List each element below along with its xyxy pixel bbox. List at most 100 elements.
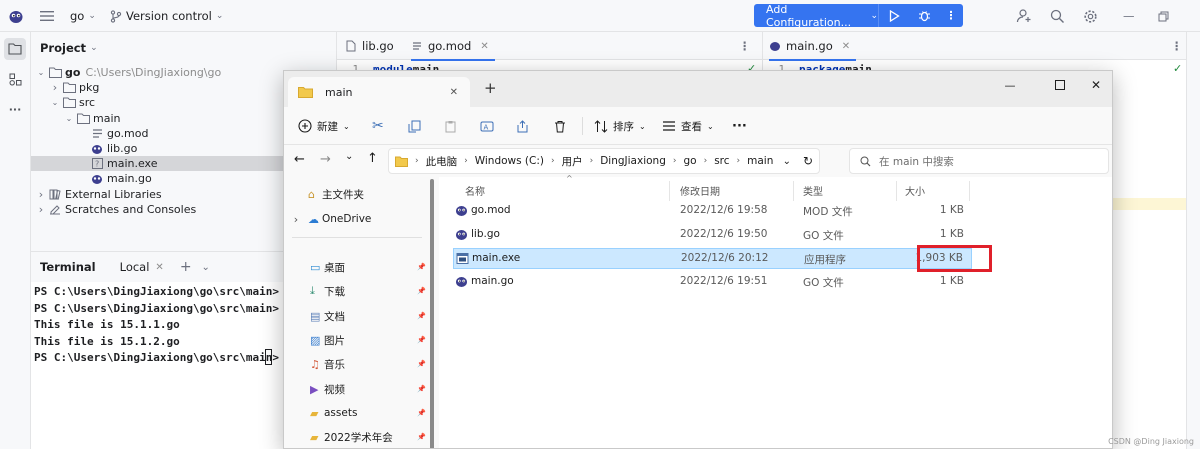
main-menu-button[interactable] bbox=[40, 0, 54, 32]
chevron-right-icon[interactable]: › bbox=[284, 213, 308, 226]
breadcrumb-segment[interactable]: main bbox=[747, 155, 773, 167]
minimize-button[interactable]: — bbox=[1123, 0, 1135, 32]
file-row[interactable]: lib.go 2022/12/6 19:50 GO 文件 1 KB bbox=[453, 225, 972, 246]
refresh-icon[interactable]: ↻ bbox=[803, 154, 813, 168]
chevron-right-icon[interactable]: › bbox=[36, 203, 46, 216]
address-bar[interactable]: › 此电脑 › Windows (C:) › 用户 › DingJiaxiong › go › sr… bbox=[388, 148, 820, 174]
explorer-tab-main[interactable]: main ✕ bbox=[288, 77, 470, 107]
column-header-type[interactable]: 类型 bbox=[803, 183, 823, 198]
settings-button[interactable] bbox=[1083, 0, 1098, 32]
scrollbar-thumb[interactable] bbox=[430, 179, 434, 448]
project-selector[interactable]: go ⌄ bbox=[70, 0, 96, 32]
run-button[interactable] bbox=[879, 4, 909, 27]
more-tools-button[interactable]: ··· bbox=[4, 98, 26, 120]
column-header-date[interactable]: 修改日期 bbox=[680, 183, 720, 198]
tab-lib-go[interactable]: lib.go bbox=[345, 32, 394, 60]
chevron-right-icon[interactable]: › bbox=[464, 156, 468, 166]
nav-item[interactable]: ▰ assets 📌 bbox=[284, 402, 432, 424]
debug-button[interactable] bbox=[909, 4, 939, 27]
editor-options-button[interactable]: ⋮ bbox=[739, 32, 751, 60]
column-header-size[interactable]: 大小 bbox=[905, 183, 925, 198]
more-options-button[interactable]: ··· bbox=[732, 112, 747, 140]
nav-item[interactable]: ♫ 音乐 📌 bbox=[284, 353, 432, 375]
tab-go-mod[interactable]: go.mod ✕ bbox=[411, 32, 495, 61]
folder-icon bbox=[48, 67, 62, 79]
project-tool-button[interactable] bbox=[4, 38, 26, 60]
restore-button[interactable] bbox=[1158, 0, 1169, 32]
nav-item[interactable]: ▰ 2022学术年会 📌 bbox=[284, 426, 432, 448]
file-row[interactable]: main.go 2022/12/6 19:51 GO 文件 1 KB bbox=[453, 272, 972, 293]
close-icon[interactable]: ✕ bbox=[450, 87, 458, 98]
chevron-down-icon[interactable]: ⌄ bbox=[64, 114, 74, 123]
close-icon[interactable]: ✕ bbox=[480, 41, 488, 52]
chevron-down-icon[interactable]: ⌄ bbox=[783, 156, 791, 167]
nav-scrollbar[interactable] bbox=[430, 179, 434, 448]
chevron-right-icon[interactable]: › bbox=[551, 156, 555, 166]
up-button[interactable]: ↑ bbox=[367, 151, 378, 166]
account-button[interactable] bbox=[1016, 0, 1032, 32]
breadcrumb-segment[interactable]: 此电脑 bbox=[426, 154, 458, 169]
delete-button[interactable] bbox=[554, 112, 566, 140]
minimize-button[interactable]: — bbox=[990, 71, 1030, 99]
app-logo[interactable] bbox=[8, 0, 24, 32]
ide-toolbar: go ⌄ Version control ⌄ Add Configuration… bbox=[0, 0, 1200, 32]
chevron-down-icon: ⌄ bbox=[639, 121, 646, 131]
view-button[interactable]: 查看 ⌄ bbox=[662, 112, 714, 140]
file-row[interactable]: go.mod 2022/12/6 19:58 MOD 文件 1 KB bbox=[453, 201, 972, 222]
breadcrumb-segment[interactable]: DingJiaxiong bbox=[600, 155, 666, 167]
file-row[interactable]: main.exe 2022/12/6 20:12 应用程序 1,903 KB bbox=[453, 248, 972, 269]
chevron-right-icon[interactable]: › bbox=[50, 81, 60, 94]
new-button[interactable]: 新建 ⌄ bbox=[298, 112, 350, 140]
nav-item[interactable]: ▭ 桌面 📌 bbox=[284, 256, 432, 278]
maximize-button[interactable] bbox=[1040, 71, 1080, 99]
search-box[interactable]: 在 main 中搜索 bbox=[849, 148, 1109, 174]
tab-main-go[interactable]: main.go ✕ bbox=[769, 32, 857, 61]
breadcrumb-segment[interactable]: src bbox=[714, 155, 729, 167]
nav-item[interactable]: ⌂ 主文件夹 bbox=[284, 183, 432, 205]
search-everywhere-button[interactable] bbox=[1050, 0, 1065, 32]
nav-item[interactable]: ⤓ 下载 📌 bbox=[284, 280, 432, 302]
new-tab-button[interactable]: + bbox=[180, 259, 192, 275]
chevron-right-icon[interactable]: › bbox=[36, 188, 46, 201]
add-configuration-button[interactable]: Add Configuration... ⌄ bbox=[754, 3, 878, 29]
close-icon[interactable]: ✕ bbox=[842, 41, 850, 52]
chevron-down-icon[interactable]: ⌄ bbox=[202, 262, 210, 273]
chevron-right-icon[interactable]: › bbox=[737, 156, 741, 166]
back-button[interactable]: ← bbox=[294, 152, 305, 167]
nav-item[interactable]: ▨ 图片 📌 bbox=[284, 329, 432, 351]
vcs-selector[interactable]: Version control ⌄ bbox=[110, 0, 223, 32]
nav-item[interactable]: ▤ 文档 📌 bbox=[284, 305, 432, 327]
close-icon[interactable]: ✕ bbox=[155, 262, 163, 273]
share-button[interactable] bbox=[516, 112, 529, 140]
column-header-name[interactable]: 名称 bbox=[465, 183, 485, 198]
rename-button[interactable]: A bbox=[480, 112, 494, 140]
tab-label: main.go bbox=[786, 39, 833, 53]
forward-button[interactable]: → bbox=[320, 152, 331, 167]
breadcrumb-segment[interactable]: go bbox=[683, 155, 696, 167]
terminal-prompt: This file is 15.1.1.go bbox=[34, 318, 180, 331]
project-panel-header[interactable]: Project ⌄ bbox=[40, 41, 98, 55]
chevron-right-icon[interactable]: › bbox=[590, 156, 594, 166]
more-actions-button[interactable]: ⋮ bbox=[939, 4, 963, 27]
editor-options-button[interactable]: ⋮ bbox=[1171, 32, 1183, 60]
nav-item[interactable]: ▶ 视频 📌 bbox=[284, 378, 432, 400]
nav-item-label: 下载 bbox=[324, 285, 345, 298]
folder-icon bbox=[62, 97, 76, 109]
more-horizontal-icon: ··· bbox=[732, 118, 747, 134]
chevron-down-icon[interactable]: ⌄ bbox=[50, 98, 60, 107]
breadcrumb-segment[interactable]: 用户 bbox=[562, 154, 583, 169]
breadcrumb-segment[interactable]: Windows (C:) bbox=[475, 155, 544, 167]
close-window-button[interactable]: ✕ bbox=[1076, 71, 1112, 99]
chevron-right-icon[interactable]: › bbox=[673, 156, 677, 166]
chevron-right-icon[interactable]: › bbox=[704, 156, 708, 166]
paste-button[interactable] bbox=[444, 112, 457, 140]
structure-tool-button[interactable] bbox=[4, 68, 26, 90]
sort-button[interactable]: 排序 ⌄ bbox=[594, 112, 646, 140]
new-tab-button[interactable]: + bbox=[484, 79, 497, 97]
copy-button[interactable] bbox=[408, 112, 421, 140]
chevron-down-icon[interactable]: ⌄ bbox=[36, 68, 46, 77]
tab-local[interactable]: Local ✕ bbox=[120, 260, 164, 274]
recent-locations-button[interactable]: ⌄ bbox=[345, 151, 353, 162]
cut-button[interactable]: ✂ bbox=[372, 112, 384, 140]
nav-item[interactable]: › ☁ OneDrive bbox=[284, 208, 432, 230]
